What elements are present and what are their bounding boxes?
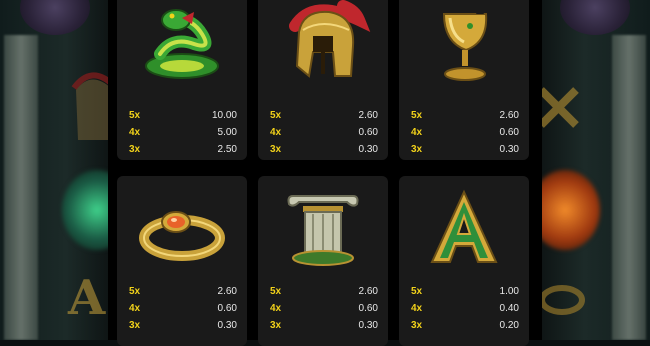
payout-multiplier: 3x bbox=[129, 320, 141, 331]
payout-multiplier: 5x bbox=[270, 286, 282, 297]
payout-row: 4x 0.60 bbox=[270, 127, 378, 141]
paytable-card-snake: 5x 10.00 4x 5.00 3x 2.50 bbox=[117, 0, 247, 160]
pillar-left-icon bbox=[4, 35, 38, 340]
letter-a-icon bbox=[430, 189, 498, 263]
background-reel-left: A bbox=[0, 0, 132, 340]
payout-value: 5.00 bbox=[217, 127, 237, 138]
payout-row: 4x 5.00 bbox=[129, 127, 237, 141]
payout-multiplier: 4x bbox=[411, 127, 423, 138]
ruby-ring-icon bbox=[139, 211, 225, 261]
payout-row: 4x 0.40 bbox=[411, 303, 519, 317]
payout-multiplier: 3x bbox=[270, 144, 282, 155]
payout-row: 5x 2.60 bbox=[270, 110, 378, 124]
paytable-panel: 5x 10.00 4x 5.00 3x 2.50 5x 2.60 4x 0.60 bbox=[108, 0, 542, 346]
payout-row: 3x 0.30 bbox=[129, 320, 237, 334]
payout-row: 3x 0.30 bbox=[270, 144, 378, 158]
payout-row: 3x 2.50 bbox=[129, 144, 237, 158]
payout-value: 0.30 bbox=[499, 144, 519, 155]
background-letter-a-icon: A bbox=[68, 270, 106, 326]
payout-value: 0.30 bbox=[358, 144, 378, 155]
paytable-card-ring: 5x 2.60 4x 0.60 3x 0.30 bbox=[117, 176, 247, 346]
payout-value: 0.30 bbox=[217, 320, 237, 331]
payout-value: 0.20 bbox=[499, 320, 519, 331]
payout-value: 0.60 bbox=[217, 303, 237, 314]
payout-value: 2.60 bbox=[358, 110, 378, 121]
payout-row: 4x 0.60 bbox=[411, 127, 519, 141]
paytable-card-helmet: 5x 2.60 4x 0.60 3x 0.30 bbox=[258, 0, 388, 160]
payout-row: 3x 0.20 bbox=[411, 320, 519, 334]
payout-row: 3x 0.30 bbox=[270, 320, 378, 334]
payout-value: 2.60 bbox=[358, 286, 378, 297]
payout-multiplier: 3x bbox=[129, 144, 141, 155]
payout-multiplier: 4x bbox=[129, 127, 141, 138]
pillar-right-icon bbox=[612, 35, 646, 340]
payout-multiplier: 4x bbox=[129, 303, 141, 314]
payout-multiplier: 4x bbox=[270, 127, 282, 138]
payout-value: 2.60 bbox=[217, 286, 237, 297]
payout-row: 5x 1.00 bbox=[411, 286, 519, 300]
payout-multiplier: 3x bbox=[411, 320, 423, 331]
payout-row: 5x 10.00 bbox=[129, 110, 237, 124]
payout-value: 2.50 bbox=[217, 144, 237, 155]
payout-row: 5x 2.60 bbox=[129, 286, 237, 300]
medusa-medallion-icon bbox=[560, 0, 630, 35]
spartan-helmet-icon bbox=[289, 0, 371, 78]
payout-row: 4x 0.60 bbox=[129, 303, 237, 317]
payout-value: 0.60 bbox=[358, 127, 378, 138]
payout-value: 1.00 bbox=[499, 286, 519, 297]
background-ring-icon bbox=[540, 285, 585, 315]
greek-column-icon bbox=[287, 195, 359, 266]
payout-multiplier: 5x bbox=[411, 286, 423, 297]
snake-icon bbox=[145, 9, 219, 79]
payout-row: 4x 0.60 bbox=[270, 303, 378, 317]
paytable-card-column: 5x 2.60 4x 0.60 3x 0.30 bbox=[258, 176, 388, 346]
payout-multiplier: 5x bbox=[270, 110, 282, 121]
payout-multiplier: 5x bbox=[129, 286, 141, 297]
payout-value: 2.60 bbox=[499, 110, 519, 121]
payout-multiplier: 3x bbox=[270, 320, 282, 331]
payout-value: 0.60 bbox=[499, 127, 519, 138]
payout-value: 10.00 bbox=[211, 110, 237, 121]
payout-multiplier: 3x bbox=[411, 144, 423, 155]
payout-value: 0.30 bbox=[358, 320, 378, 331]
payout-row: 5x 2.60 bbox=[270, 286, 378, 300]
payout-row: 5x 2.60 bbox=[411, 110, 519, 124]
golden-chalice-icon bbox=[442, 6, 488, 81]
payout-multiplier: 4x bbox=[270, 303, 282, 314]
payout-multiplier: 5x bbox=[411, 110, 423, 121]
paytable-card-letter-a: 5x 1.00 4x 0.40 3x 0.20 bbox=[399, 176, 529, 346]
payout-multiplier: 5x bbox=[129, 110, 141, 121]
payout-value: 0.40 bbox=[499, 303, 519, 314]
payout-row: 3x 0.30 bbox=[411, 144, 519, 158]
payout-value: 0.60 bbox=[358, 303, 378, 314]
paytable-card-chalice: 5x 2.60 4x 0.60 3x 0.30 bbox=[399, 0, 529, 160]
medusa-medallion-icon bbox=[20, 0, 90, 35]
payout-multiplier: 4x bbox=[411, 303, 423, 314]
background-reel-right bbox=[530, 0, 650, 340]
background-scroll-icon bbox=[538, 87, 579, 128]
